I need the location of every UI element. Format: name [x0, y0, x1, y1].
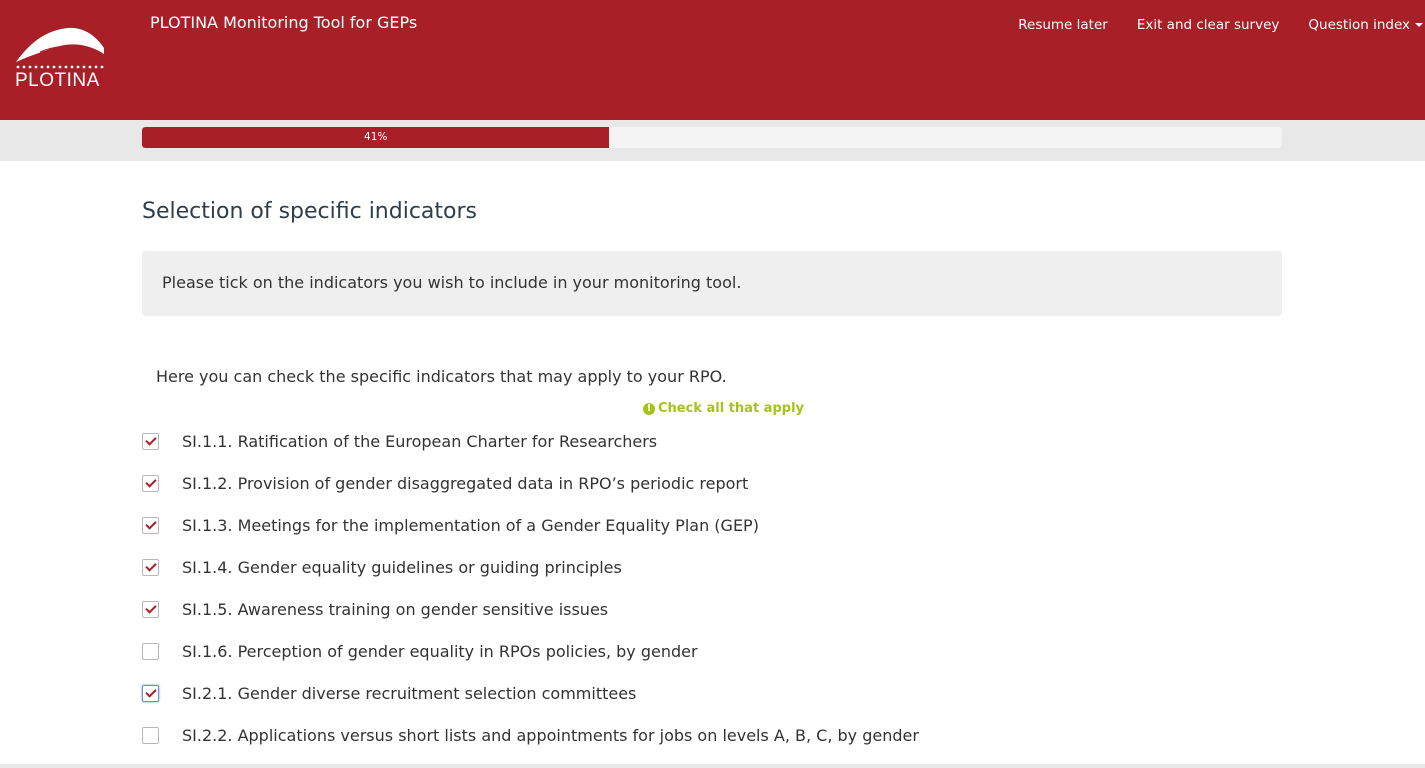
- indicator-option-label: SI.1.4. Gender equality guidelines or gu…: [182, 557, 622, 577]
- indicator-option[interactable]: SI.1.4. Gender equality guidelines or gu…: [142, 546, 1242, 588]
- question-index-dropdown[interactable]: Question index: [1308, 17, 1425, 33]
- resume-later-link[interactable]: Resume later: [1018, 17, 1108, 33]
- question-hint-text: Check all that apply: [658, 401, 804, 416]
- indicator-option[interactable]: SI.2.2. Applications versus short lists …: [142, 714, 1242, 756]
- logo-wordmark: PLOTINA: [15, 70, 100, 91]
- checkbox-unchecked[interactable]: [142, 726, 159, 744]
- plotina-logo-icon: [16, 27, 104, 69]
- progress-bar-fill: 41%: [142, 127, 610, 148]
- checkbox-checked[interactable]: [142, 684, 159, 702]
- top-navbar: PLOTINA PLOTINA Monitoring Tool for GEPs…: [0, 0, 1425, 120]
- checkbox-checked[interactable]: [142, 600, 159, 618]
- checkbox-checked[interactable]: [142, 516, 159, 534]
- section-description-box: Please tick on the indicators you wish t…: [142, 251, 1282, 316]
- section-title: Selection of specific indicators: [142, 199, 477, 224]
- indicator-option-label: SI.2.1. Gender diverse recruitment selec…: [182, 683, 637, 703]
- page-bottom-divider: [0, 764, 1425, 768]
- section-description: Please tick on the indicators you wish t…: [162, 273, 742, 292]
- exit-clear-survey-link[interactable]: Exit and clear survey: [1137, 17, 1280, 33]
- exit-clear-survey-label: Exit and clear survey: [1136, 17, 1280, 33]
- indicator-option-label: SI.1.5. Awareness training on gender sen…: [182, 599, 609, 619]
- caret-down-icon: [1415, 23, 1423, 27]
- indicator-option[interactable]: SI.1.1. Ratification of the European Cha…: [142, 420, 1242, 462]
- indicator-option[interactable]: SI.1.3. Meetings for the implementation …: [142, 504, 1242, 546]
- checkbox-checked[interactable]: [142, 432, 159, 450]
- resume-later-label: Resume later: [1018, 17, 1108, 33]
- indicator-option[interactable]: SI.2.1. Gender diverse recruitment selec…: [142, 672, 1242, 714]
- indicator-option-label: SI.2.2. Applications versus short lists …: [182, 725, 919, 745]
- exclamation-circle-icon: !: [643, 402, 655, 415]
- plotina-logo[interactable]: PLOTINA: [12, 26, 108, 94]
- indicator-option-label: SI.1.3. Meetings for the implementation …: [182, 515, 759, 535]
- indicator-option-label: SI.1.6. Perception of gender equality in…: [182, 641, 698, 661]
- indicator-option[interactable]: SI.1.6. Perception of gender equality in…: [142, 630, 1242, 672]
- indicator-option[interactable]: SI.1.2. Provision of gender disaggregate…: [142, 462, 1242, 504]
- indicator-option-label: SI.1.1. Ratification of the European Cha…: [182, 431, 658, 451]
- indicator-option-label: SI.1.2. Provision of gender disaggregate…: [182, 473, 749, 493]
- progress-bar: 41%: [142, 127, 1282, 148]
- question-hint: ! Check all that apply: [643, 401, 804, 416]
- checkbox-checked[interactable]: [142, 474, 159, 492]
- checkbox-checked[interactable]: [142, 558, 159, 576]
- question-index-label: Question index: [1308, 17, 1410, 33]
- checkbox-unchecked[interactable]: [142, 642, 159, 660]
- app-title: PLOTINA Monitoring Tool for GEPs: [150, 13, 418, 32]
- indicator-option[interactable]: SI.1.5. Awareness training on gender sen…: [142, 588, 1242, 630]
- nav-links: Resume later Exit and clear survey Quest…: [989, 15, 1425, 35]
- progress-band: 41%: [0, 120, 1425, 161]
- question-text: Here you can check the specific indicato…: [156, 367, 727, 386]
